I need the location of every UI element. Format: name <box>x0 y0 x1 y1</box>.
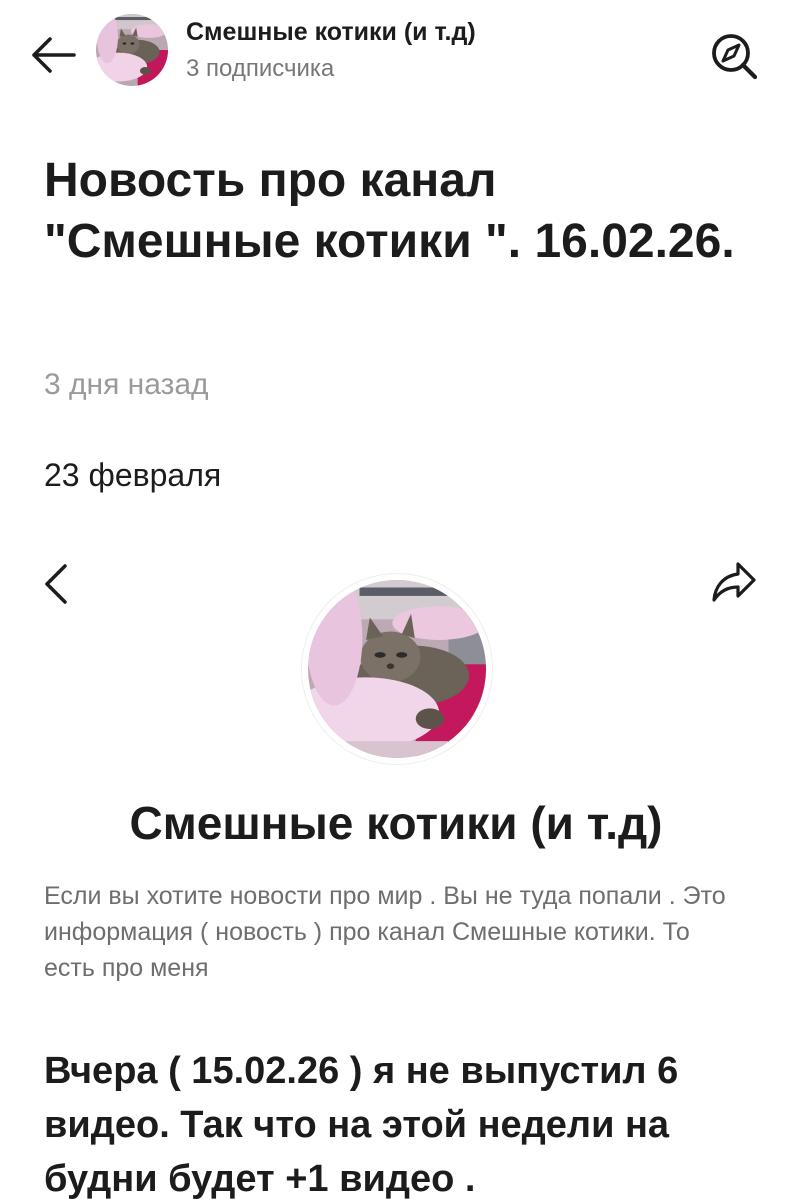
share-arrow-icon <box>712 562 756 602</box>
published-time: 3 дня назад <box>44 368 209 401</box>
back-button[interactable] <box>26 30 80 80</box>
channel-card-description: Если вы хотите новости про мир . Вы не т… <box>44 882 726 982</box>
article-date-line: 23 февраля <box>44 457 222 493</box>
article-title: Новость про канал "Смешные котики ". 16.… <box>44 154 735 268</box>
top-bar: Смешные котики (и т.д) 3 подписчика <box>0 0 792 100</box>
subscriber-count: 3 подписчика <box>186 55 335 82</box>
share-button[interactable] <box>706 556 762 608</box>
previous-button[interactable] <box>34 560 78 608</box>
chevron-left-icon <box>45 564 67 604</box>
channel-card-avatar[interactable] <box>308 580 486 758</box>
arrow-left-icon <box>32 37 76 73</box>
cat-avatar <box>96 14 168 86</box>
channel-avatar[interactable] <box>96 14 168 86</box>
channel-name[interactable]: Смешные котики (и т.д) <box>186 18 476 47</box>
article-body-paragraph: Вчера ( 15.02.26 ) я не выпустил 6 видео… <box>44 1050 679 1200</box>
cat-photo <box>308 580 486 758</box>
compass-search-icon <box>712 34 758 80</box>
article-page: Смешные котики (и т.д) 3 подписчика Ново… <box>0 0 792 1200</box>
channel-card-title: Смешные котики (и т.д) <box>129 797 663 849</box>
explore-button[interactable] <box>706 28 762 84</box>
